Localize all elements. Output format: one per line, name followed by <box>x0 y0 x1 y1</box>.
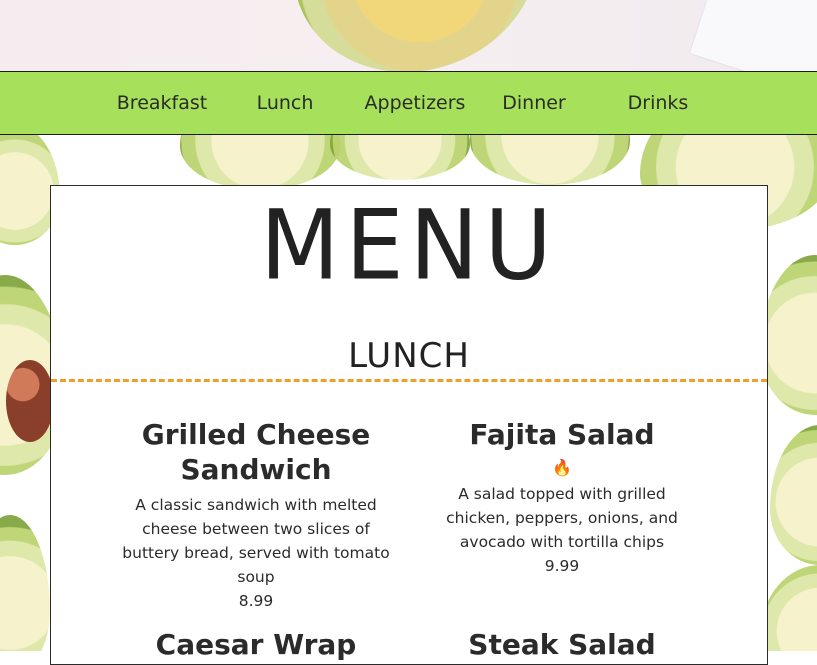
avocado-slice-decoration <box>0 515 50 651</box>
menu-item-name: Grilled Cheese Sandwich <box>141 418 371 486</box>
nav-item-lunch[interactable]: Lunch <box>245 72 325 134</box>
menu-item-description: A salad topped with grilled chicken, pep… <box>446 485 678 551</box>
menu-card: MENU LUNCH Grilled Cheese Sandwich A cla… <box>50 185 768 665</box>
nav-item-dinner[interactable]: Dinner <box>497 72 571 134</box>
avocado-pit-decoration <box>6 360 54 442</box>
menu-item-name: Fajita Salad <box>469 418 655 451</box>
avocado-slice-decoration <box>180 135 340 190</box>
avocado-slice-decoration <box>770 425 817 565</box>
nav-item-breakfast[interactable]: Breakfast <box>110 72 214 134</box>
menu-item-price: 9.99 <box>544 557 580 575</box>
top-banner-image <box>0 0 817 71</box>
menu-item: Caesar Wrap <box>121 627 391 662</box>
menu-item: Steak Salad <box>427 627 697 662</box>
section-divider <box>51 379 767 382</box>
section-title: LUNCH <box>348 336 470 376</box>
menu-title: MENU <box>260 189 558 302</box>
avocado-slice-decoration <box>330 135 470 180</box>
avocado-slice-decoration <box>470 135 630 185</box>
fire-icon: 🔥 <box>552 458 572 477</box>
paper-image <box>690 0 817 71</box>
menu-item: Grilled Cheese Sandwich A classic sandwi… <box>121 417 391 613</box>
avocado-half-image <box>262 0 570 71</box>
avocado-slice-decoration <box>760 255 817 415</box>
menu-item-name: Caesar Wrap <box>155 628 357 661</box>
menu-item-name: Steak Salad <box>468 628 656 661</box>
menu-item-price: 8.99 <box>238 592 274 610</box>
avocado-slice-decoration <box>760 565 817 651</box>
menu-item-description: A classic sandwich with melted cheese be… <box>122 496 390 586</box>
nav-item-appetizers[interactable]: Appetizers <box>357 72 473 134</box>
nav-item-drinks[interactable]: Drinks <box>623 72 693 134</box>
menu-item: Fajita Salad 🔥 A salad topped with grill… <box>427 417 697 578</box>
main-navbar: Breakfast Lunch Appetizers Dinner Drinks <box>0 71 817 135</box>
